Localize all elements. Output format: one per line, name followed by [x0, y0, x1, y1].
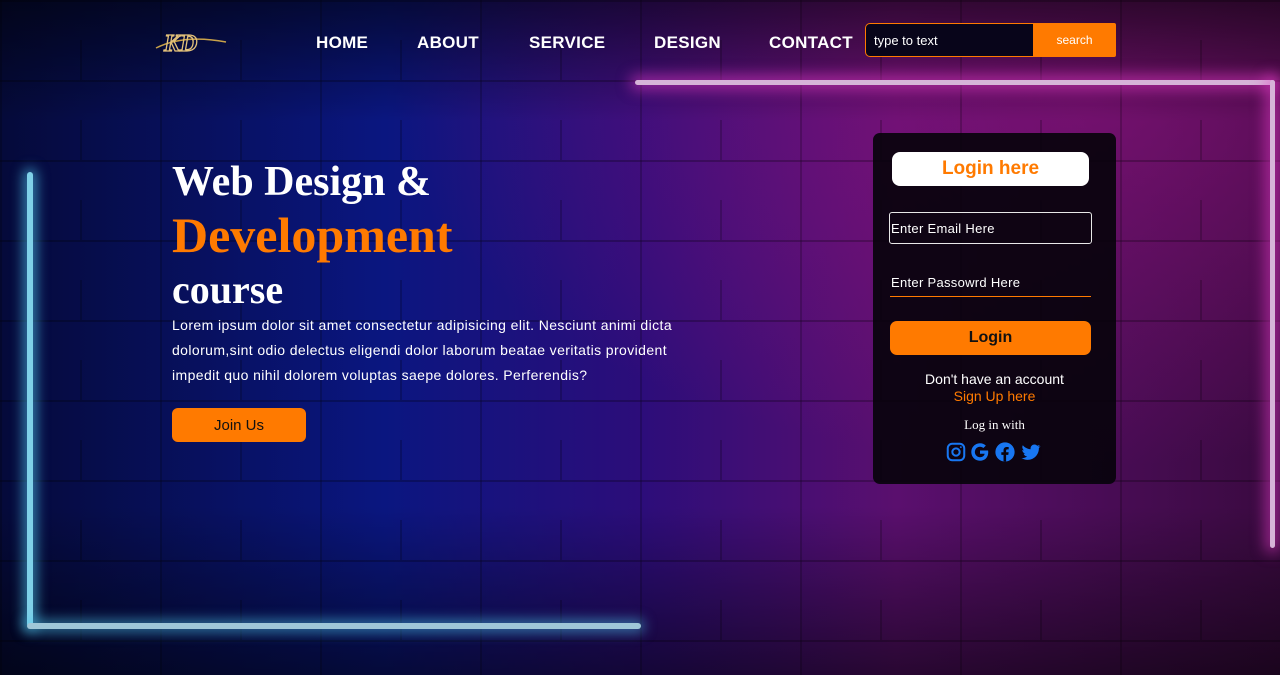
- logo-text: KD: [163, 31, 197, 57]
- login-with-text: Log in with: [964, 417, 1025, 432]
- signup-link[interactable]: Sign Up here: [873, 388, 1116, 404]
- twitter-icon[interactable]: [1020, 441, 1042, 463]
- login-card: Login here Login Don't have an account S…: [873, 133, 1116, 484]
- kd-logo[interactable]: KD: [154, 28, 228, 58]
- join-us-button[interactable]: Join Us: [172, 408, 306, 442]
- login-button[interactable]: Login: [890, 321, 1091, 355]
- password-field[interactable]: [890, 269, 1091, 297]
- neon-line-left-vertical: [27, 172, 33, 627]
- nav-home[interactable]: HOME: [316, 33, 368, 53]
- nav-service[interactable]: SERVICE: [529, 33, 605, 53]
- hero-title-line1: Web Design &: [172, 159, 432, 205]
- nav-about[interactable]: ABOUT: [417, 33, 479, 53]
- email-field[interactable]: [889, 212, 1092, 244]
- instagram-icon[interactable]: [945, 441, 967, 463]
- nav-contact[interactable]: CONTACT: [769, 33, 853, 53]
- hero-title-line3: course: [172, 267, 284, 312]
- neon-line-left-horizontal: [27, 623, 641, 629]
- no-account-text: Don't have an account: [925, 371, 1064, 387]
- nav-design[interactable]: DESIGN: [654, 33, 721, 53]
- search-input[interactable]: [865, 23, 1033, 57]
- search-button[interactable]: search: [1033, 23, 1116, 57]
- hero-description: Lorem ipsum dolor sit amet consectetur a…: [172, 317, 673, 383]
- neon-line-right-horizontal: [635, 80, 1275, 85]
- search-bar: search: [865, 23, 1116, 57]
- neon-line-right-vertical: [1270, 80, 1275, 548]
- google-icon[interactable]: [969, 441, 991, 463]
- login-title: Login here: [892, 152, 1089, 186]
- hero-title-line2: Development: [172, 207, 453, 263]
- facebook-icon[interactable]: [994, 441, 1016, 463]
